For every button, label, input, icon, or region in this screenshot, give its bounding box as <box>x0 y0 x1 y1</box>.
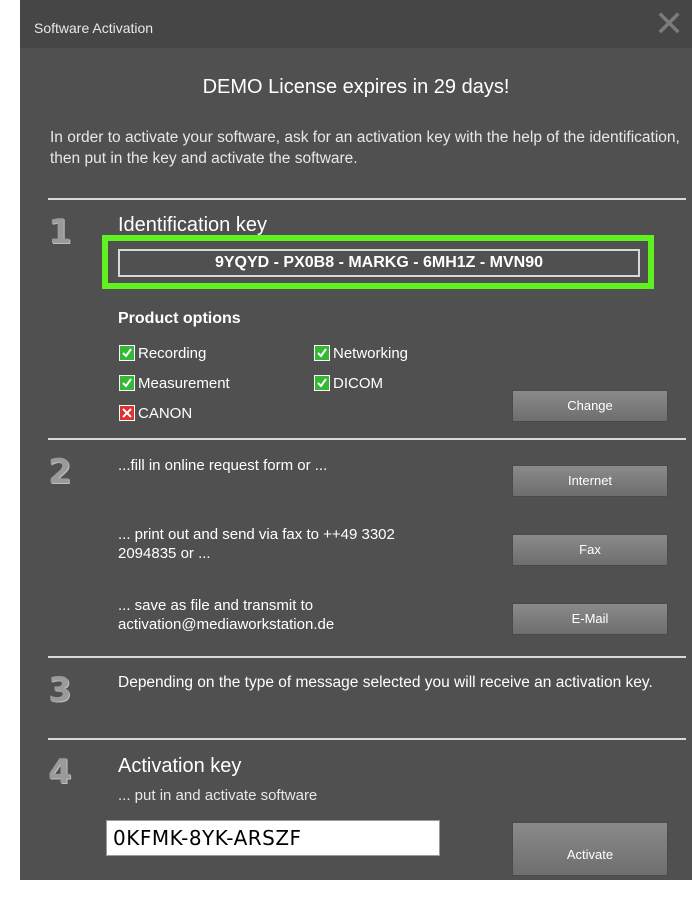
internet-button[interactable]: Internet <box>512 465 668 497</box>
checkbox-unchecked-icon <box>119 405 135 421</box>
step3-text: Depending on the type of message selecte… <box>118 674 653 691</box>
identification-key-title: Identification key <box>118 214 267 236</box>
option-label: Recording <box>138 345 207 362</box>
window-title: Software Activation <box>34 20 154 36</box>
checkbox-checked-icon <box>119 375 135 391</box>
license-heading: DEMO License expires in 29 days! <box>202 76 510 98</box>
activation-key-subtitle: ... put in and activate software <box>118 787 318 804</box>
checkbox-checked-icon <box>314 345 330 361</box>
fax-text: ... print out and send via fax to ++49 3… <box>118 526 395 562</box>
step-number-4: 4 <box>48 752 72 792</box>
option-dicom: DICOM <box>314 374 383 394</box>
option-recording: Recording <box>119 344 206 364</box>
product-options-title: Product options <box>118 310 241 327</box>
identification-key-field[interactable]: 9YQYD - PX0B8 - MARKG - 6MH1Z - MVN90 <box>118 249 640 277</box>
online-request-text: ...fill in online request form or ... <box>118 457 328 474</box>
change-button[interactable]: Change <box>512 390 668 422</box>
option-label: DICOM <box>333 375 383 392</box>
option-label: CANON <box>138 405 193 422</box>
checkbox-checked-icon <box>314 375 330 391</box>
close-icon[interactable]: ✕ <box>654 7 684 43</box>
checkbox-checked-icon <box>119 345 135 361</box>
activation-dialog: Software Activation ✕ DEMO License expir… <box>20 0 692 880</box>
step-number-3: 3 <box>48 670 72 710</box>
step-number-2: 2 <box>48 452 72 492</box>
identification-key-highlight: 9YQYD - PX0B8 - MARKG - 6MH1Z - MVN90 <box>102 235 654 289</box>
title-bar: Software Activation ✕ <box>20 0 692 48</box>
intro-text: In order to activate your software, ask … <box>50 129 680 167</box>
option-networking: Networking <box>314 344 408 364</box>
step-number-1: 1 <box>48 212 72 252</box>
option-measurement: Measurement <box>119 374 230 394</box>
email-button[interactable]: E-Mail <box>512 603 668 635</box>
divider <box>48 438 686 440</box>
option-label: Measurement <box>138 375 230 392</box>
option-canon: CANON <box>119 404 192 424</box>
activation-key-title: Activation key <box>118 755 242 777</box>
option-label: Networking <box>333 345 409 362</box>
divider <box>48 656 686 658</box>
activation-key-input[interactable]: 0KFMK-8YK-ARSZF <box>106 820 440 856</box>
fax-button[interactable]: Fax <box>512 534 668 566</box>
activate-button[interactable]: Activate <box>512 822 668 876</box>
email-text: ... save as file and transmit to activat… <box>118 597 335 633</box>
divider <box>48 198 686 200</box>
divider <box>48 738 686 740</box>
